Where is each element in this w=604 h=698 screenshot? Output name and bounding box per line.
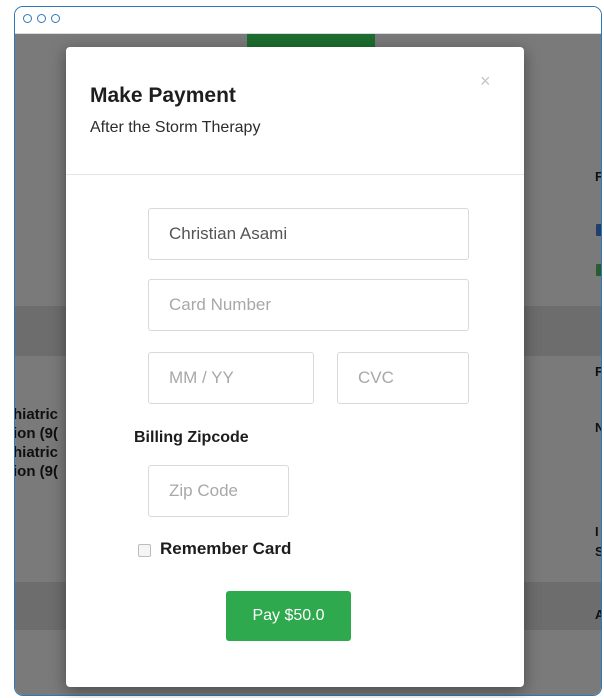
background-row-text: hiatric: [14, 406, 59, 423]
background-right-text: A: [595, 607, 601, 622]
remember-card-label[interactable]: Remember Card: [160, 539, 291, 559]
window-maximize-dot[interactable]: [51, 14, 60, 23]
background-right-text: F: [595, 169, 601, 184]
background-right-text: I: [595, 524, 599, 539]
background-right-text: F: [595, 364, 601, 379]
background-blue-chip: [596, 224, 601, 236]
expiry-input[interactable]: [148, 352, 314, 404]
background-row-text: ion (9(: [14, 463, 58, 480]
zip-code-input[interactable]: [148, 465, 289, 517]
cvc-input[interactable]: [337, 352, 469, 404]
card-number-input[interactable]: [148, 279, 469, 331]
background-green-chip: [596, 264, 601, 276]
cardholder-name-input[interactable]: [148, 208, 469, 260]
pay-button[interactable]: Pay $50.0: [226, 591, 351, 641]
payment-modal: Make Payment After the Storm Therapy × B…: [66, 47, 524, 687]
remember-card-checkbox[interactable]: [138, 544, 151, 557]
background-right-text: S: [595, 544, 601, 559]
window-minimize-dot[interactable]: [37, 14, 46, 23]
modal-title: Make Payment: [90, 84, 236, 107]
modal-subtitle: After the Storm Therapy: [90, 119, 261, 136]
close-icon[interactable]: ×: [480, 71, 491, 91]
background-right-text: N: [595, 420, 601, 435]
window-close-dot[interactable]: [23, 14, 32, 23]
window-titlebar: [15, 7, 601, 34]
background-row-text: hiatric: [14, 444, 59, 461]
billing-zip-label: Billing Zipcode: [134, 429, 249, 446]
background-row-text: ion (9(: [14, 425, 58, 442]
modal-header-divider: [66, 174, 524, 175]
